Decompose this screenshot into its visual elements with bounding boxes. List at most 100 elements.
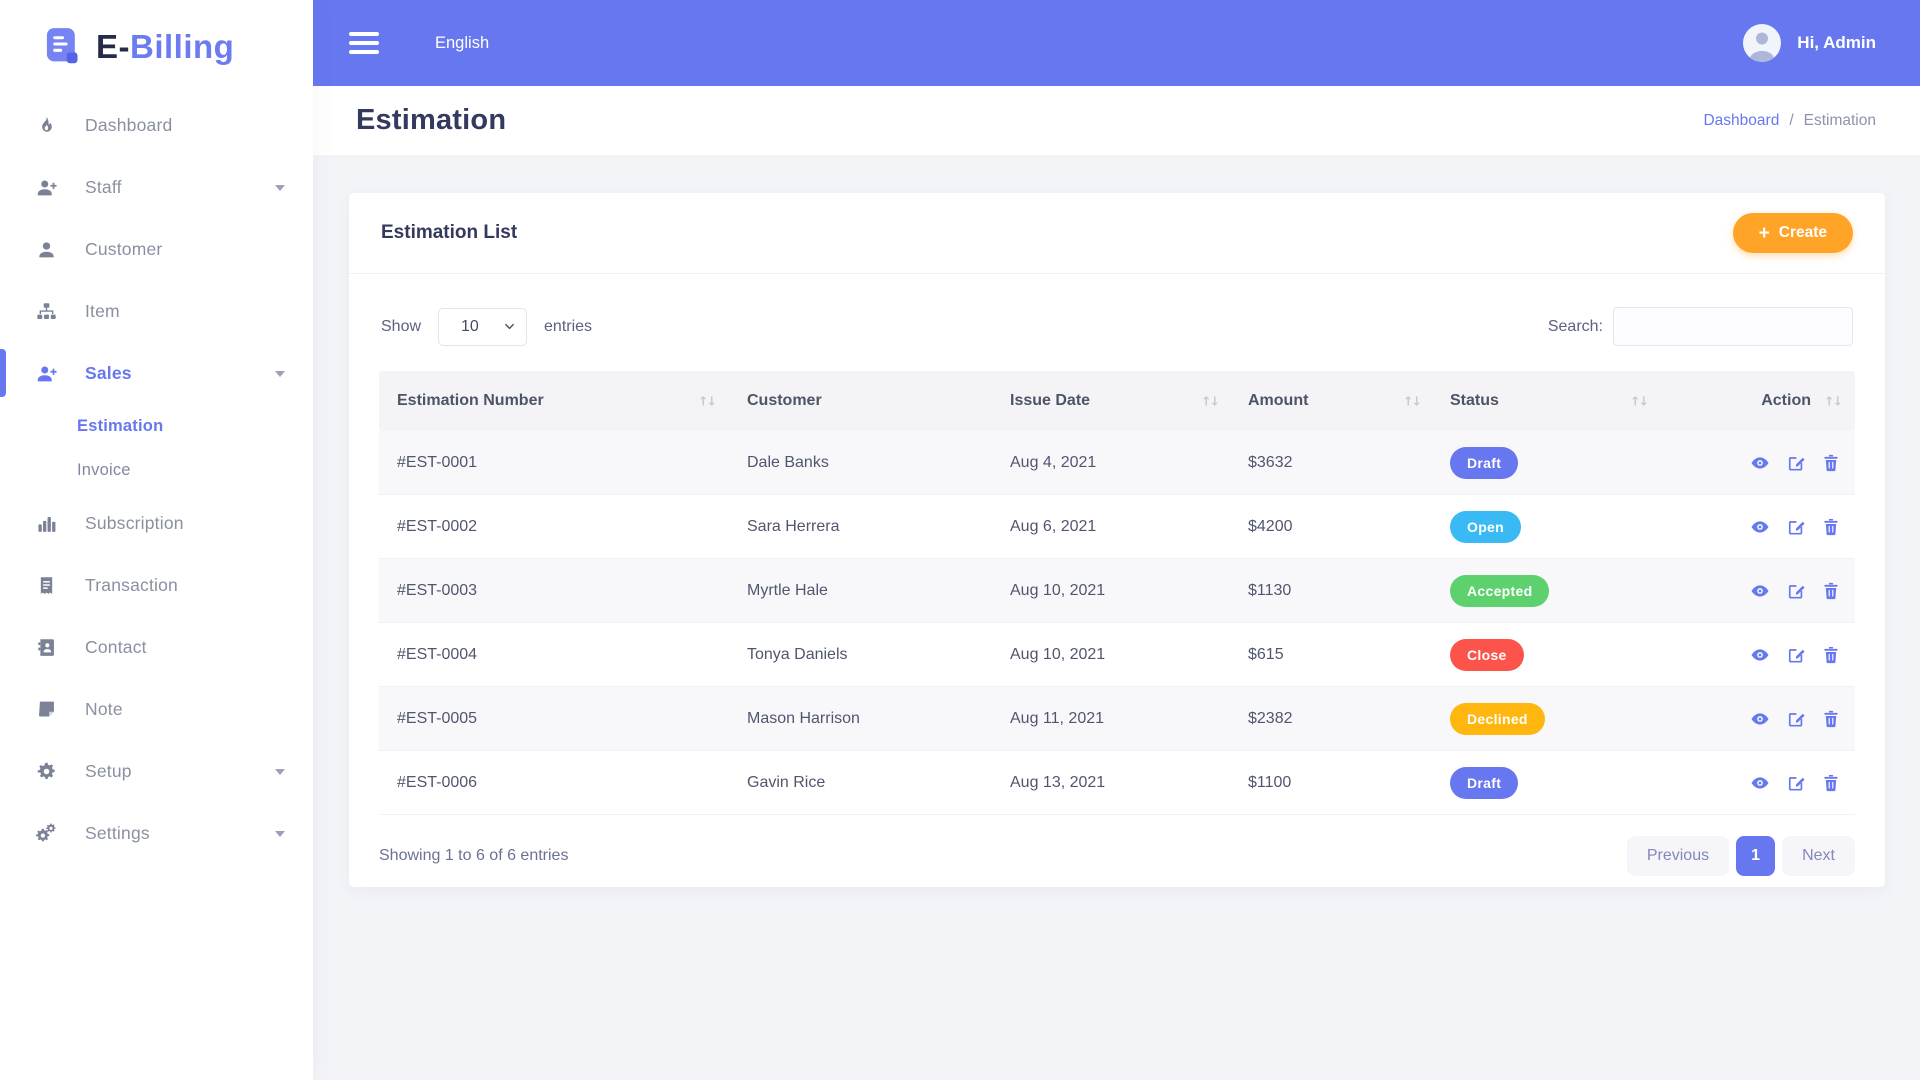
- edit-icon[interactable]: [1786, 645, 1806, 665]
- status-badge: Draft: [1450, 766, 1519, 799]
- delete-icon[interactable]: [1821, 645, 1841, 665]
- sidebar-item-contact[interactable]: Contact: [0, 616, 313, 678]
- sort-icons: ↑↓: [1630, 393, 1649, 409]
- brand-logo[interactable]: E-Billing: [0, 0, 313, 78]
- sidebar-item-subscription[interactable]: Subscription: [0, 492, 313, 554]
- view-icon[interactable]: [1750, 709, 1770, 729]
- edit-icon[interactable]: [1786, 773, 1806, 793]
- page-header: Estimation Dashboard / Estimation: [313, 86, 1920, 155]
- search-label: Search:: [1547, 317, 1603, 335]
- edit-icon[interactable]: [1786, 517, 1806, 537]
- chart-bar-icon: [36, 512, 58, 534]
- action-cell: [1661, 750, 1855, 815]
- customer-cell: Mason Harrison: [729, 686, 992, 751]
- amount-cell: $615: [1232, 622, 1434, 687]
- sidebar-item-item[interactable]: Item: [0, 280, 313, 342]
- sidebar-item-staff[interactable]: Staff: [0, 156, 313, 218]
- delete-icon[interactable]: [1821, 581, 1841, 601]
- previous-page-button[interactable]: Previous: [1626, 836, 1730, 876]
- content-area: Estimation List + Create Show 10 entries…: [313, 155, 1920, 1080]
- breadcrumb-separator: /: [1789, 111, 1794, 129]
- language-selector[interactable]: English: [435, 34, 489, 53]
- user-plus-icon: [36, 176, 58, 198]
- status-cell: Draft: [1434, 750, 1661, 815]
- delete-icon[interactable]: [1821, 517, 1841, 537]
- brand-name: E-Billing: [96, 28, 235, 65]
- sidebar-item-settings[interactable]: Settings: [0, 802, 313, 864]
- sitemap-icon: [36, 300, 58, 322]
- customer-cell: Tonya Daniels: [729, 622, 992, 687]
- sidebar-item-label: Staff: [85, 176, 122, 197]
- sidebar-item-label: Settings: [85, 822, 150, 843]
- sidebar-item-invoice[interactable]: Invoice: [0, 448, 313, 492]
- sidebar-item-label: Setup: [85, 760, 132, 781]
- status-cell: Close: [1434, 622, 1661, 687]
- user-icon: [36, 238, 58, 260]
- sidebar-item-label: Customer: [85, 238, 163, 259]
- view-icon[interactable]: [1750, 645, 1770, 665]
- next-page-button[interactable]: Next: [1782, 836, 1855, 876]
- sidebar-item-dashboard[interactable]: Dashboard: [0, 94, 313, 156]
- create-button[interactable]: + Create: [1732, 213, 1853, 253]
- action-cell: [1661, 622, 1855, 687]
- sidebar-item-customer[interactable]: Customer: [0, 218, 313, 280]
- estimation-number-cell: #EST-0006: [379, 750, 729, 815]
- sidebar-item-estimation[interactable]: Estimation: [0, 404, 313, 448]
- sidebar-item-note[interactable]: Note: [0, 678, 313, 740]
- column-header-estimation-number[interactable]: Estimation Number ↑↓: [379, 371, 729, 431]
- hamburger-menu-icon[interactable]: [349, 32, 379, 54]
- breadcrumb-dashboard-link[interactable]: Dashboard: [1703, 112, 1779, 130]
- user-menu[interactable]: Hi, Admin: [1743, 24, 1876, 62]
- amount-cell: $2382: [1232, 686, 1434, 751]
- card-header: Estimation List + Create: [349, 193, 1885, 274]
- view-icon[interactable]: [1750, 773, 1770, 793]
- sidebar: E-Billing Dashboard Staff Customer Item …: [0, 0, 313, 1080]
- action-cell: [1661, 431, 1855, 495]
- view-icon[interactable]: [1750, 581, 1770, 601]
- amount-cell: $4200: [1232, 494, 1434, 559]
- estimation-number-cell: #EST-0002: [379, 494, 729, 559]
- issue-date-cell: Aug 6, 2021: [992, 494, 1232, 559]
- sidebar-item-label: Invoice: [77, 460, 131, 479]
- delete-icon[interactable]: [1821, 709, 1841, 729]
- fire-icon: [36, 114, 58, 136]
- page-1-button[interactable]: 1: [1736, 836, 1776, 876]
- edit-icon[interactable]: [1786, 581, 1806, 601]
- edit-icon[interactable]: [1786, 453, 1806, 473]
- sidebar-item-setup[interactable]: Setup: [0, 740, 313, 802]
- view-icon[interactable]: [1750, 517, 1770, 537]
- view-icon[interactable]: [1750, 453, 1770, 473]
- column-header-issue-date[interactable]: Issue Date ↑↓: [992, 371, 1232, 431]
- sidebar-item-transaction[interactable]: Transaction: [0, 554, 313, 616]
- sidebar-item-sales[interactable]: Sales: [0, 342, 313, 404]
- pagination: Previous 1 Next: [1626, 836, 1855, 876]
- issue-date-cell: Aug 11, 2021: [992, 686, 1232, 751]
- status-badge: Draft: [1450, 446, 1519, 479]
- search-input[interactable]: [1613, 307, 1853, 346]
- column-header-amount[interactable]: Amount ↑↓: [1232, 371, 1434, 431]
- address-book-icon: [36, 636, 58, 658]
- column-header-status[interactable]: Status ↑↓: [1434, 371, 1661, 431]
- column-header-action[interactable]: Action ↑↓: [1661, 371, 1855, 431]
- sort-icons: ↑↓: [698, 393, 717, 409]
- topbar: English Hi, Admin: [313, 0, 1920, 86]
- breadcrumb: Dashboard / Estimation: [1703, 112, 1876, 130]
- action-cell: [1661, 494, 1855, 559]
- edit-icon[interactable]: [1786, 709, 1806, 729]
- page-length-select[interactable]: 10: [438, 307, 528, 346]
- table-header-row: Estimation Number ↑↓ Customer Issue Date…: [379, 371, 1855, 431]
- estimation-list-card: Estimation List + Create Show 10 entries…: [349, 193, 1885, 887]
- sidebar-item-label: Sales: [85, 362, 132, 383]
- invoice-logo-icon: [46, 28, 78, 64]
- delete-icon[interactable]: [1821, 773, 1841, 793]
- sidebar-item-label: Transaction: [85, 574, 178, 595]
- user-plus-icon: [36, 362, 58, 384]
- sidebar-item-label: Subscription: [85, 512, 184, 533]
- table-row-est-0006: #EST-0006 Gavin Rice Aug 13, 2021 $1100 …: [379, 750, 1855, 815]
- delete-icon[interactable]: [1821, 453, 1841, 473]
- chevron-down-icon: [275, 185, 285, 191]
- sidebar-menu: Dashboard Staff Customer Item Sales Esti…: [0, 78, 313, 864]
- column-header-customer[interactable]: Customer: [729, 371, 992, 431]
- table-row-est-0003: #EST-0003 Myrtle Hale Aug 10, 2021 $1130…: [379, 558, 1855, 623]
- customer-cell: Myrtle Hale: [729, 558, 992, 623]
